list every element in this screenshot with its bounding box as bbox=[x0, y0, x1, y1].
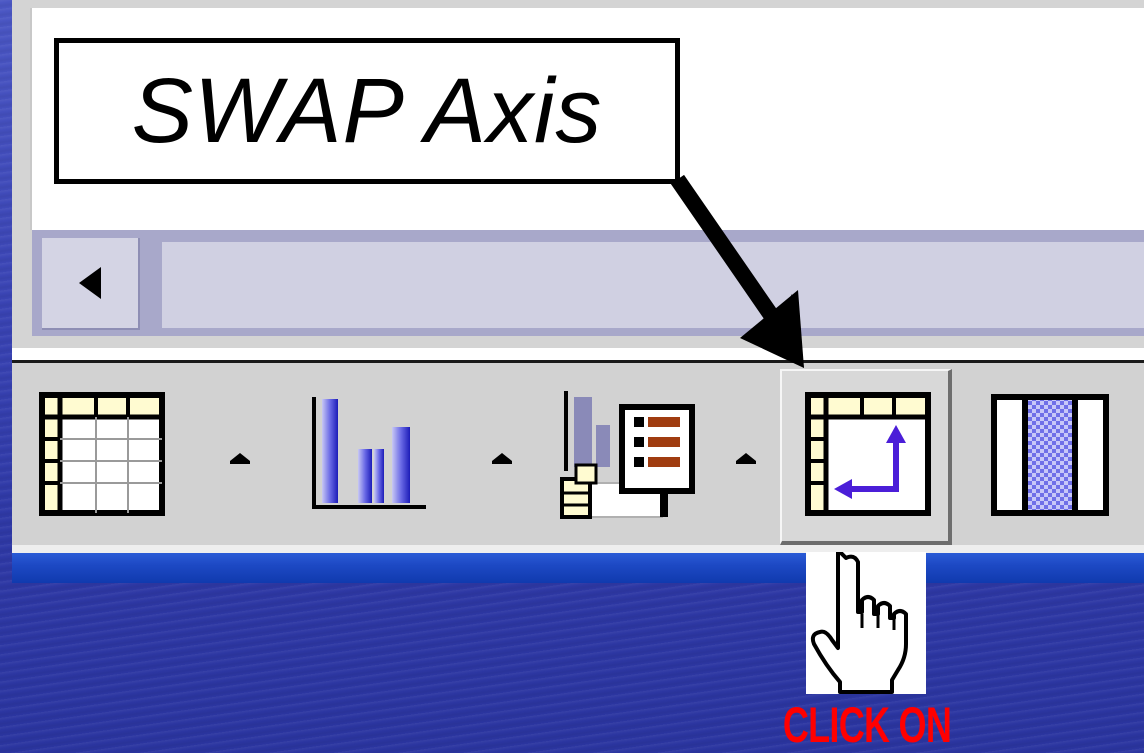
hand-pointer-icon bbox=[810, 548, 908, 694]
pointer-arrow-icon bbox=[670, 174, 804, 368]
hand-cursor bbox=[806, 548, 926, 694]
click-on-label: CLICK ON bbox=[782, 697, 952, 753]
